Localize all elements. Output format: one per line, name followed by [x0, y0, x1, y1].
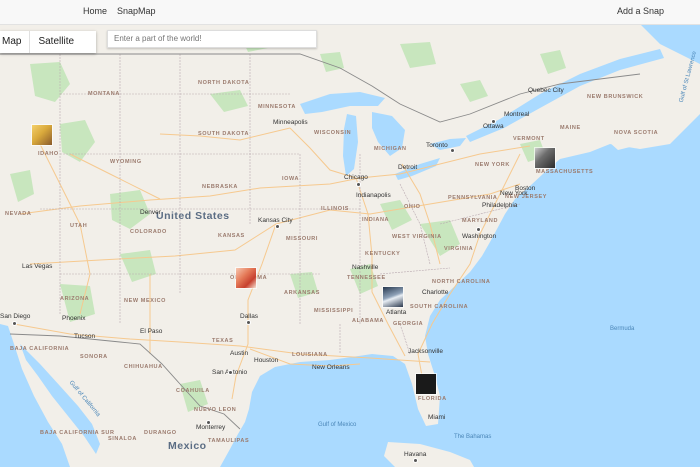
- city-marker: [12, 321, 17, 326]
- snap-thumbnail-massachusetts[interactable]: [535, 148, 555, 168]
- map-type-map-button[interactable]: Map: [0, 31, 21, 53]
- nav-home-link[interactable]: Home: [83, 6, 107, 16]
- nav-add-snap-link[interactable]: Add a Snap: [617, 6, 664, 16]
- snap-thumbnail-oklahoma[interactable]: [236, 268, 256, 288]
- map-base: [0, 24, 700, 467]
- city-marker: [275, 224, 280, 229]
- top-navigation-bar: Home SnapMap Add a Snap: [0, 0, 700, 25]
- city-marker: [491, 119, 496, 124]
- city-marker: [413, 458, 418, 463]
- snap-thumbnail-idaho[interactable]: [32, 125, 52, 145]
- snap-thumbnail-georgia[interactable]: [383, 287, 403, 307]
- city-marker: [476, 227, 481, 232]
- city-marker: [228, 370, 233, 375]
- city-marker: [356, 182, 361, 187]
- city-marker: [206, 420, 211, 425]
- map-canvas[interactable]: United States Mexico MONTANA NORTH DAKOT…: [0, 24, 700, 467]
- city-marker: [246, 320, 251, 325]
- cuba-land: [384, 442, 474, 467]
- nav-snapmap-link[interactable]: SnapMap: [117, 6, 156, 16]
- snap-thumbnail-florida[interactable]: [416, 374, 436, 394]
- north-america-land: [0, 24, 700, 467]
- location-search-input[interactable]: [107, 30, 317, 48]
- map-type-satellite-button[interactable]: Satellite: [36, 31, 74, 53]
- map-type-divider: [29, 31, 31, 53]
- map-type-control: Map Satellite: [0, 31, 96, 53]
- city-marker: [450, 148, 455, 153]
